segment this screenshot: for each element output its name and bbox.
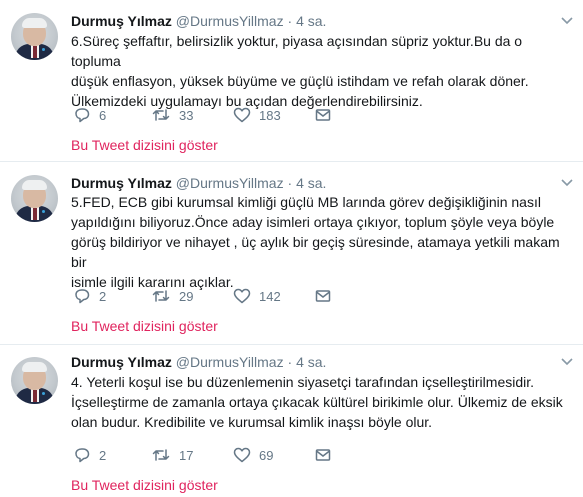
avatar[interactable] bbox=[11, 357, 58, 404]
reply-button[interactable]: 2 bbox=[73, 446, 106, 464]
retweet-count: 33 bbox=[179, 107, 194, 123]
author-name[interactable]: Durmuş Yılmaz bbox=[71, 175, 172, 191]
tweet-text: 6.Süreç şeffaftır, belirsizlik yoktur, p… bbox=[71, 31, 571, 111]
envelope-icon bbox=[315, 289, 331, 303]
tweet-text-line: olan budur. Kredibilite ve kurumsal kiml… bbox=[71, 414, 433, 430]
retweet-count: 29 bbox=[179, 288, 194, 304]
author-name[interactable]: Durmuş Yılmaz bbox=[71, 13, 172, 29]
tweet-actions: 2 17 69 bbox=[71, 446, 351, 464]
reply-icon bbox=[73, 107, 91, 123]
tweet-time[interactable]: 4 sa. bbox=[296, 175, 326, 191]
reply-button[interactable]: 6 bbox=[73, 106, 106, 124]
separator-dot: · bbox=[287, 13, 293, 29]
tweet-time[interactable]: 4 sa. bbox=[296, 13, 326, 29]
retweet-button[interactable]: 33 bbox=[151, 106, 193, 124]
like-count: 142 bbox=[259, 288, 281, 304]
author-handle[interactable]: @DurmusYillmaz bbox=[176, 354, 284, 370]
like-button[interactable]: 69 bbox=[233, 446, 273, 464]
tweet-time[interactable]: 4 sa. bbox=[296, 354, 326, 370]
show-thread-link[interactable]: Bu Tweet dizisini göster bbox=[71, 476, 218, 494]
heart-icon bbox=[233, 447, 251, 463]
chevron-down-icon[interactable] bbox=[561, 357, 573, 369]
reply-icon bbox=[73, 447, 91, 463]
show-thread-link[interactable]: Bu Tweet dizisini göster bbox=[71, 317, 218, 335]
chevron-down-icon[interactable] bbox=[561, 16, 573, 28]
reply-count: 6 bbox=[99, 107, 107, 123]
heart-icon bbox=[233, 107, 251, 123]
reply-count: 2 bbox=[99, 288, 107, 304]
tweet-text-line: 6.Süreç şeffaftır, belirsizlik yoktur, p… bbox=[71, 33, 523, 69]
tweet-text-line: 4. Yeterli koşul ise bu düzenlemenin siy… bbox=[71, 374, 535, 390]
avatar[interactable] bbox=[11, 175, 58, 222]
retweet-icon bbox=[151, 447, 171, 463]
separator-dot: · bbox=[287, 175, 293, 191]
separator-dot: · bbox=[287, 354, 293, 370]
tweet-feed: Durmuş Yılmaz @DurmusYillmaz · 4 sa. 6.S… bbox=[0, 0, 583, 497]
tweet-actions: 6 33 183 bbox=[71, 106, 351, 124]
tweet-text-line: düşük enflasyon, yüksek büyüme ve güçlü … bbox=[71, 73, 529, 89]
tweet-header: Durmuş Yılmaz @DurmusYillmaz · 4 sa. bbox=[71, 12, 326, 30]
reply-icon bbox=[73, 288, 91, 304]
tweet-text-line: yapıldığını biliyoruz.Önce aday isimleri… bbox=[71, 214, 555, 230]
show-thread-link[interactable]: Bu Tweet dizisini göster bbox=[71, 136, 218, 154]
tweet-text-line: 5.FED, ECB gibi kurumsal kimliği güçlü M… bbox=[71, 194, 541, 210]
author-handle[interactable]: @DurmusYillmaz bbox=[176, 175, 284, 191]
tweet-text-line: görüş bildiriyor ve nihayet , üç aylık b… bbox=[71, 234, 560, 270]
author-name[interactable]: Durmuş Yılmaz bbox=[71, 354, 172, 370]
tweet-actions: 2 29 142 bbox=[71, 287, 351, 305]
tweet-header: Durmuş Yılmaz @DurmusYillmaz · 4 sa. bbox=[71, 174, 326, 192]
tweet-text: 4. Yeterli koşul ise bu düzenlemenin siy… bbox=[71, 372, 571, 432]
retweet-icon bbox=[151, 107, 171, 123]
avatar[interactable] bbox=[11, 13, 58, 60]
like-count: 69 bbox=[259, 447, 274, 463]
reply-count: 2 bbox=[99, 447, 107, 463]
tweet[interactable]: Durmuş Yılmaz @DurmusYillmaz · 4 sa. 4. … bbox=[0, 345, 583, 497]
like-button[interactable]: 183 bbox=[233, 106, 281, 124]
tweet-header: Durmuş Yılmaz @DurmusYillmaz · 4 sa. bbox=[71, 353, 326, 371]
envelope-icon bbox=[315, 108, 331, 122]
retweet-count: 17 bbox=[179, 447, 194, 463]
chevron-down-icon[interactable] bbox=[561, 178, 573, 190]
tweet[interactable]: Durmuş Yılmaz @DurmusYillmaz · 4 sa. 6.S… bbox=[0, 0, 583, 162]
tweet-text: 5.FED, ECB gibi kurumsal kimliği güçlü M… bbox=[71, 192, 571, 292]
heart-icon bbox=[233, 288, 251, 304]
like-button[interactable]: 142 bbox=[233, 287, 281, 305]
retweet-button[interactable]: 17 bbox=[151, 446, 193, 464]
tweet-text-line: İçselleştirme de zamanla ortaya çıkacak … bbox=[71, 394, 563, 410]
dm-button[interactable] bbox=[315, 287, 331, 305]
dm-button[interactable] bbox=[315, 446, 331, 464]
envelope-icon bbox=[315, 448, 331, 462]
retweet-button[interactable]: 29 bbox=[151, 287, 193, 305]
author-handle[interactable]: @DurmusYillmaz bbox=[176, 13, 284, 29]
like-count: 183 bbox=[259, 107, 281, 123]
tweet[interactable]: Durmuş Yılmaz @DurmusYillmaz · 4 sa. 5.F… bbox=[0, 162, 583, 345]
dm-button[interactable] bbox=[315, 106, 331, 124]
retweet-icon bbox=[151, 288, 171, 304]
reply-button[interactable]: 2 bbox=[73, 287, 106, 305]
